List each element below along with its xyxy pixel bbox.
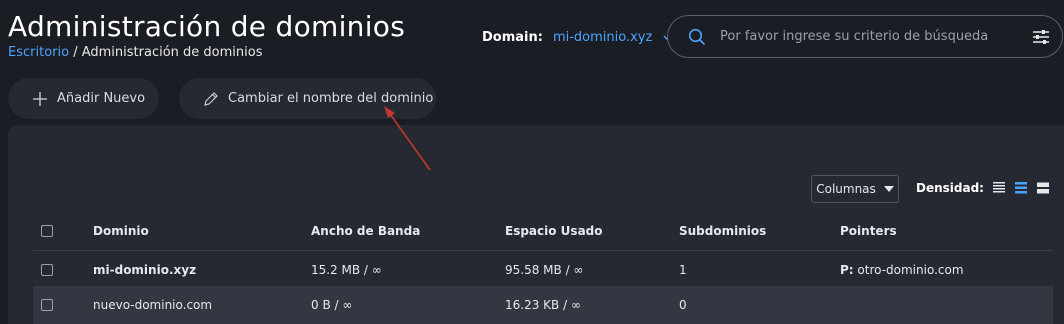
breadcrumb-separator: / [69,45,82,60]
subdomains-count: 1 [679,262,687,277]
filter-sliders-icon[interactable] [1032,28,1050,46]
domain-switcher: Domain: mi-dominio.xyz [482,30,674,45]
bandwidth-value: 15.2 MB / ∞ [311,262,382,277]
density-comfortable-icon[interactable] [1036,181,1050,195]
table-header: Dominio Ancho de Banda Espacio Usado Sub… [33,212,1053,250]
add-new-button[interactable]: Añadir Nuevo [8,78,159,119]
add-new-label: Añadir Nuevo [57,91,146,106]
select-all-checkbox[interactable] [41,225,53,237]
columns-label: Columnas [816,182,876,196]
density-label: Densidad: [916,181,984,195]
plus-icon [33,91,47,106]
domain-name-link[interactable]: mi-dominio.xyz [93,263,196,277]
page-title: Administración de dominios [8,10,406,43]
pencil-icon [204,91,218,106]
breadcrumb-link-escritorio[interactable]: Escritorio [8,45,69,60]
density-standard-icon[interactable] [1014,181,1028,195]
breadcrumb: Escritorio / Administración de dominios [8,45,262,60]
column-header-espacio-usado[interactable]: Espacio Usado [505,224,603,238]
columns-button[interactable]: Columnas [811,175,899,203]
subdomains-count: 0 [679,298,687,312]
column-header-dominio[interactable]: Dominio [93,224,149,238]
annotation-arrow [384,106,431,171]
domain-label: Domain: [482,30,543,45]
caret-down-icon [883,186,894,192]
pointer-domain: otro-dominio.com [853,262,964,277]
domain-name-link[interactable]: nuevo-dominio.com [93,298,212,312]
search-icon[interactable] [688,28,706,46]
column-header-ancho-de-banda[interactable]: Ancho de Banda [311,224,420,238]
density-compact-icon[interactable] [992,181,1006,195]
column-header-pointers[interactable]: Pointers [840,224,897,238]
disk-usage-value: 16.23 KB / ∞ [505,298,581,312]
column-header-subdominios[interactable]: Subdominios [679,224,766,238]
bandwidth-value: 0 B / ∞ [311,298,353,312]
table-row[interactable]: mi-dominio.xyz 15.2 MB / ∞ 95.58 MB / ∞ … [33,250,1053,288]
search-bar [667,15,1063,58]
pointers-value: P: otro-dominio.com [840,263,964,277]
row-checkbox[interactable] [41,263,53,276]
row-checkbox[interactable] [41,299,53,311]
density-selector: Densidad: [916,181,1050,195]
pointer-prefix: P: [840,262,854,277]
disk-usage-value: 95.58 MB / ∞ [505,262,584,277]
table-row[interactable]: nuevo-dominio.com 0 B / ∞ 16.23 KB / ∞ 0 [33,286,1053,324]
breadcrumb-current: Administración de dominios [81,45,263,60]
domain-select[interactable]: mi-dominio.xyz [553,30,652,45]
search-input[interactable] [720,29,1020,44]
